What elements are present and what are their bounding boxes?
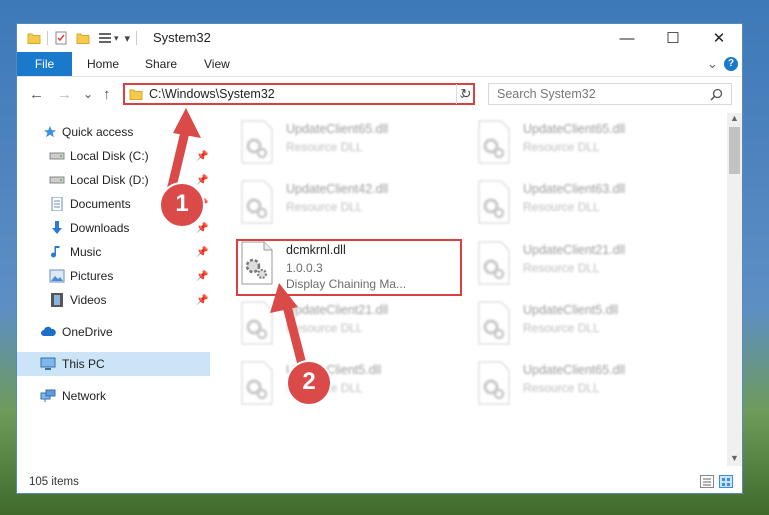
tutorial-overlay [159,108,332,406]
arrow-1-head [173,108,201,138]
arrow-2-head [270,283,298,313]
step-2-number: 2 [302,368,316,395]
step-1-number: 1 [175,190,189,217]
